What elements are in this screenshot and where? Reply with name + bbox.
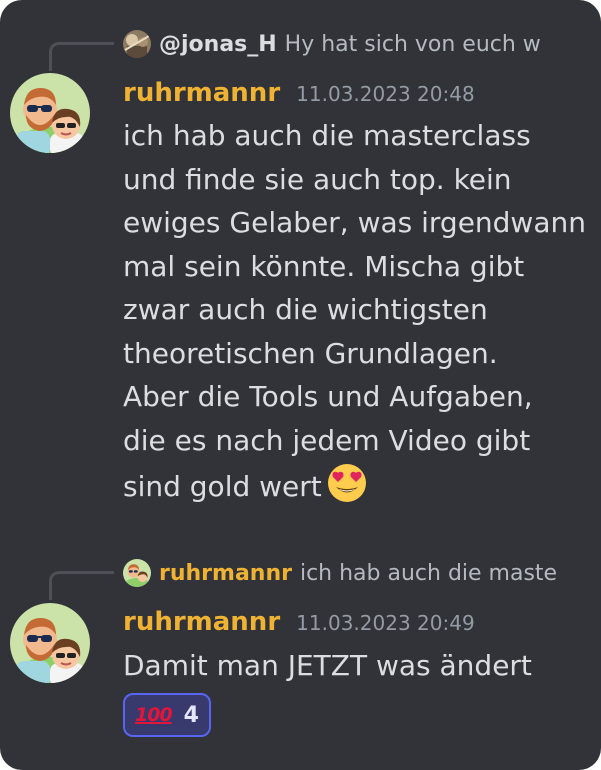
message-line: mal sein könnte. Mischa gibt: [123, 249, 525, 283]
chat-panel: @jonas_H Hy hat sich von euch w ruhrmann…: [0, 0, 601, 770]
message-line: Damit man JETZT was ändert: [123, 649, 532, 682]
heart-eyes-emoji: [326, 462, 368, 517]
message-line: ich hab auch die masterclass: [123, 119, 531, 152]
message-line: theoretischen Grundlagen.: [123, 336, 498, 370]
message-line: zwar auch die wichtigsten: [123, 293, 488, 326]
avatar[interactable]: [10, 603, 90, 683]
reply-author[interactable]: @jonas_H: [159, 32, 277, 57]
mini-avatar: [123, 30, 151, 58]
message-line: Aber die Tools und Aufgaben,: [123, 380, 533, 413]
reaction-count: 4: [183, 702, 199, 728]
reply-preview-text: ich hab auch die maste: [299, 560, 558, 586]
reply-connector: [49, 42, 114, 71]
message-header: ruhrmannr 11.03.2023 20:48: [123, 78, 475, 108]
timestamp: 11.03.2023 20:48: [296, 82, 475, 106]
message-line: und finde sie auch top. kein: [123, 162, 512, 196]
reply-preview[interactable]: ruhrmannr ich hab auch die maste: [123, 556, 571, 590]
mini-avatar: [123, 559, 151, 587]
timestamp: 11.03.2023 20:49: [296, 611, 475, 635]
message-line: ewiges Gelaber, was irgendwann: [123, 206, 586, 239]
avatar[interactable]: [10, 73, 90, 153]
username[interactable]: ruhrmannr: [123, 607, 280, 637]
reply-preview-text: Hy hat sich von euch w: [284, 31, 541, 57]
reaction-button[interactable]: 100 4: [123, 693, 211, 737]
username[interactable]: ruhrmannr: [123, 78, 280, 108]
message-content: Damit man JETZT was ändert: [123, 644, 573, 688]
message-content: ich hab auch die masterclass und finde s…: [123, 114, 586, 517]
message-line: sind gold wert: [123, 470, 322, 503]
message-header: ruhrmannr 11.03.2023 20:49: [123, 607, 475, 637]
hundred-points-emoji: 100: [135, 704, 173, 726]
reply-author[interactable]: ruhrmannr: [159, 561, 292, 586]
reply-connector: [49, 571, 114, 600]
reply-preview[interactable]: @jonas_H Hy hat sich von euch w: [123, 27, 571, 61]
message-line: die es nach jedem Video gibt: [123, 423, 531, 457]
message-line-last: sind gold wert: [123, 462, 573, 517]
